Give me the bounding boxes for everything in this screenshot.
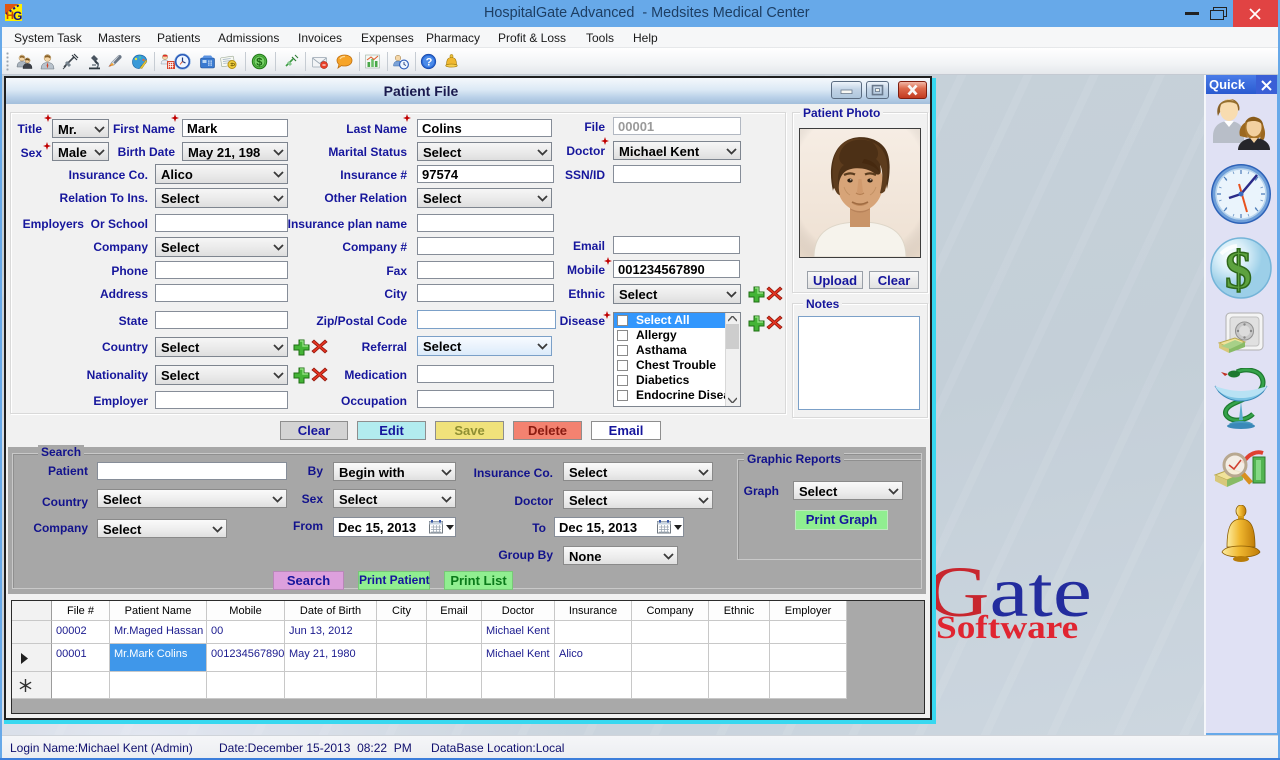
svg-text:G: G (13, 9, 22, 21)
svg-text:$: $ (1225, 240, 1252, 300)
svg-text:?: ? (426, 57, 433, 69)
svg-text:$: $ (256, 57, 262, 69)
